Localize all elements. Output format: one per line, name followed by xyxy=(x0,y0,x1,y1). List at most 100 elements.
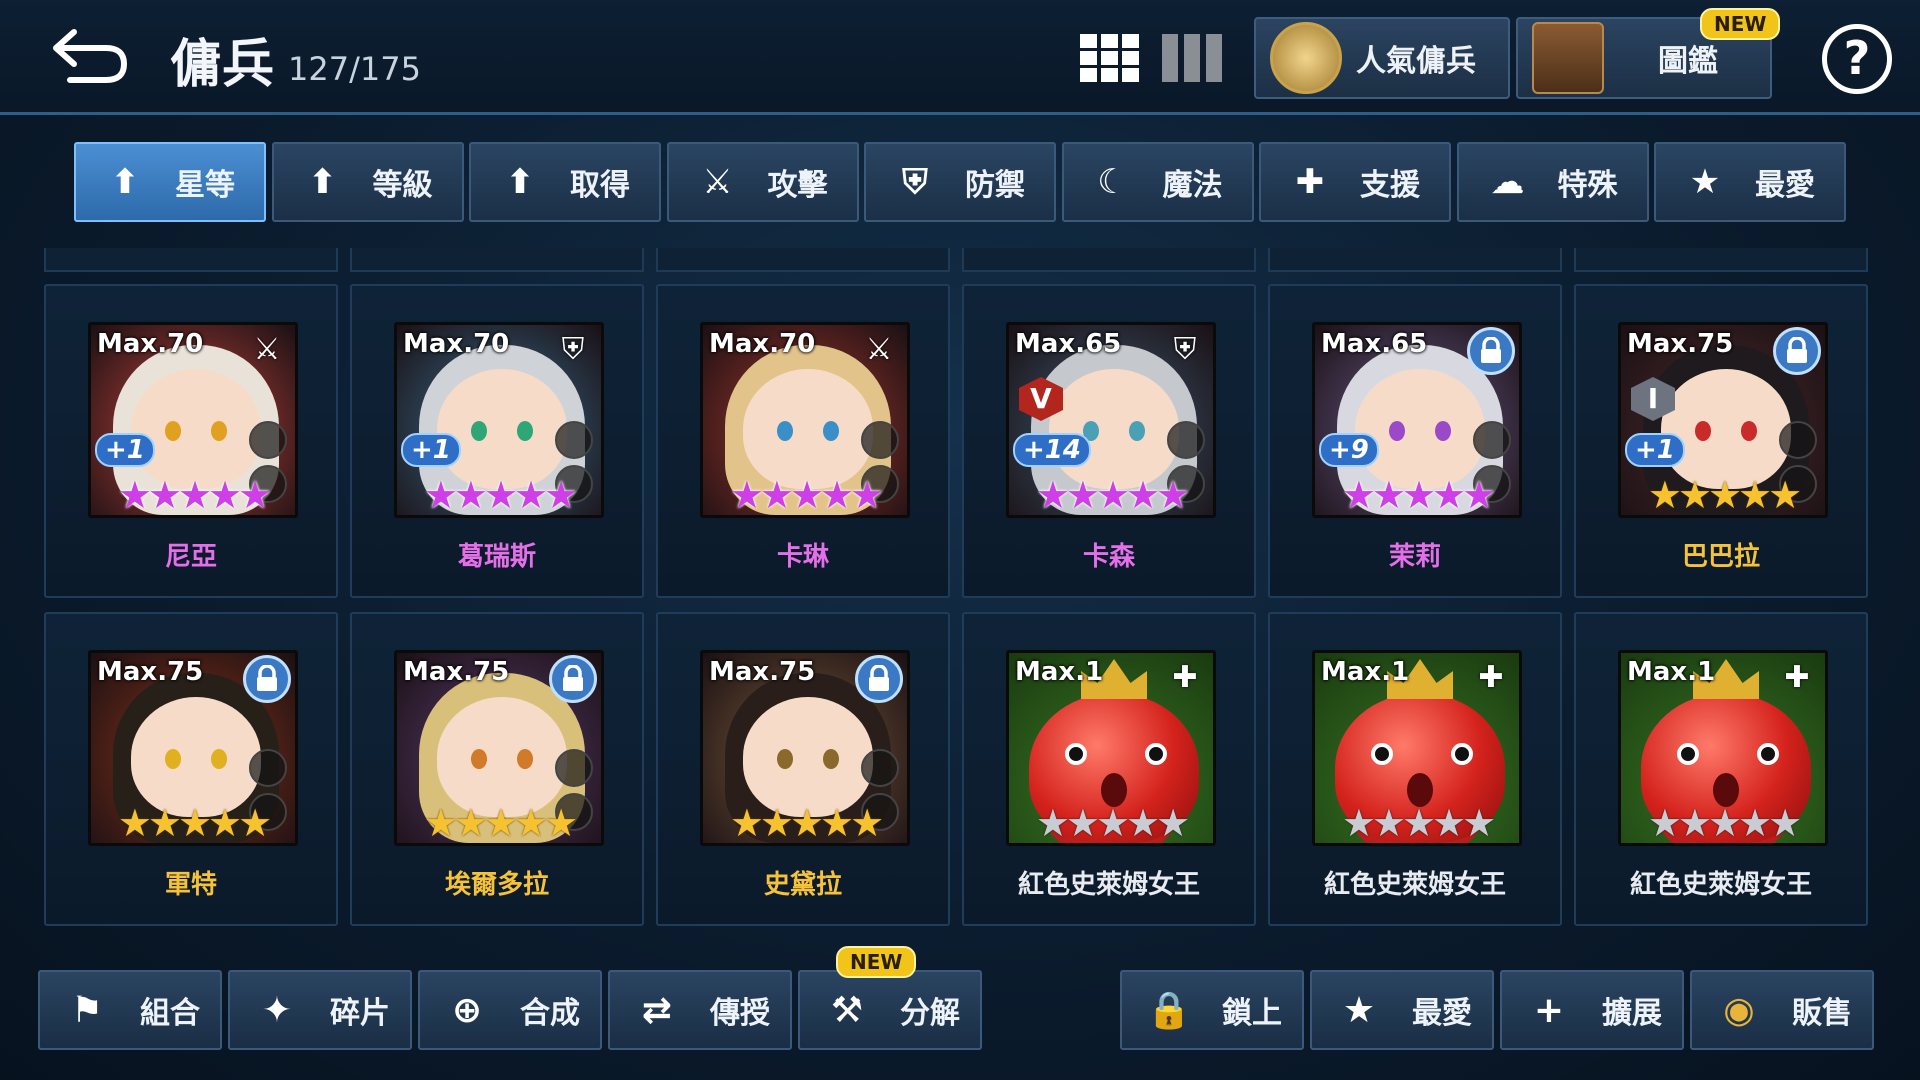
arrow-up-icon: ⬆ xyxy=(505,162,535,202)
new-badge: NEW xyxy=(836,946,917,978)
character-face xyxy=(743,369,873,489)
tab-label: 最愛 xyxy=(1755,168,1815,203)
character-eye xyxy=(1435,421,1451,441)
mercenary-card[interactable]: Max.65 +14 V ⛨ ★★★★★ 卡森 xyxy=(962,284,1256,598)
rune-slot-icon xyxy=(1473,421,1511,459)
mercenary-card[interactable]: Max.75 ★★★★★ 埃爾多拉 xyxy=(350,612,644,926)
max-level-label: Max.75 xyxy=(97,657,204,687)
lock-icon[interactable] xyxy=(549,655,597,703)
lock-icon[interactable] xyxy=(243,655,291,703)
mercenary-card[interactable]: Max.70 +1 ⚔ ★★★★★ 尼亞 xyxy=(44,284,338,598)
transfer-icon: ⇄ xyxy=(641,989,673,1031)
max-level-label: Max.75 xyxy=(403,657,510,687)
hammer-icon: ⚒ xyxy=(830,989,864,1031)
character-face xyxy=(1661,369,1791,489)
max-level-label: Max.1 xyxy=(1321,657,1410,687)
lock-icon[interactable] xyxy=(855,655,903,703)
tab-7[interactable]: ☁ 特殊 xyxy=(1456,142,1649,222)
mercenary-portrait: Max.1 ✚ ★★★★★ xyxy=(1006,650,1216,846)
shield-icon: ⛨ xyxy=(1173,331,1197,367)
bottom-button-1[interactable]: ✦ 碎片 xyxy=(228,970,412,1050)
team-icon: ⚑ xyxy=(70,989,104,1031)
star-icon: ★ xyxy=(1342,989,1376,1031)
character-face xyxy=(131,697,261,817)
enhance-level-badge: +1 xyxy=(1625,433,1685,467)
mercenary-card[interactable]: Max.1 ✚ ★★★★★ 紅色史萊姆女王 xyxy=(1574,612,1868,926)
mercenary-portrait: Max.75 ★★★★★ xyxy=(700,650,910,846)
bottom-button-label: 傳授 xyxy=(710,996,770,1031)
tab-label: 等級 xyxy=(372,168,433,203)
codex-new-badge: NEW xyxy=(1700,8,1781,40)
mercenary-card[interactable]: Max.75 ★★★★★ 軍特 xyxy=(44,612,338,926)
tab-6[interactable]: ✚ 支援 xyxy=(1259,142,1451,222)
mercenary-name: 埃爾多拉 xyxy=(444,870,549,900)
arrow-up-icon: ⬆ xyxy=(110,162,140,202)
tab-label: 取得 xyxy=(570,168,630,203)
bottom-button-5[interactable]: 🔒 鎖上 xyxy=(1120,970,1304,1050)
mercenary-count: 127/175 xyxy=(288,50,421,88)
bottom-button-4[interactable]: ⚒ 分解 xyxy=(798,970,982,1050)
slime-eye xyxy=(1757,743,1779,765)
top-bar: 傭兵 127/175 人氣傭兵 圖鑑 NEW ? xyxy=(0,0,1920,115)
lion-emblem-icon xyxy=(1270,22,1342,94)
mercenary-card[interactable]: Max.1 ✚ ★★★★★ 紅色史萊姆女王 xyxy=(1268,612,1562,926)
mercenary-portrait: Max.65 +14 V ⛨ ★★★★★ xyxy=(1006,322,1216,518)
mercenary-card[interactable]: Max.70 ⚔ ★★★★★ 卡琳 xyxy=(656,284,950,598)
tab-2[interactable]: ⬆ 取得 xyxy=(469,142,661,222)
max-level-label: Max.65 xyxy=(1321,329,1428,359)
max-level-label: Max.65 xyxy=(1015,329,1122,359)
help-button[interactable]: ? xyxy=(1822,24,1892,94)
mercenary-name: 紅色史萊姆女王 xyxy=(1017,870,1200,900)
mercenary-card[interactable]: Max.65 +9 ★★★★★ 茉莉 xyxy=(1268,284,1562,598)
grid-view-button[interactable] xyxy=(1078,32,1142,84)
combine-icon: ⊕ xyxy=(451,989,483,1031)
column-view-icon xyxy=(1162,34,1222,82)
mercenary-card[interactable]: Max.75 ★★★★★ 史黛拉 xyxy=(656,612,950,926)
character-eye xyxy=(1389,421,1405,441)
bottom-button-7[interactable]: + 擴展 xyxy=(1500,970,1684,1050)
bottom-button-8[interactable]: ◉ 販售 xyxy=(1690,970,1874,1050)
back-arrow-icon xyxy=(53,29,128,83)
tab-5[interactable]: ☾ 魔法 xyxy=(1061,142,1254,222)
lock-icon[interactable] xyxy=(1773,327,1821,375)
tab-4[interactable]: ⛨ 防禦 xyxy=(864,142,1056,222)
mercenary-card[interactable]: Max.1 ✚ ★★★★★ 紅色史萊姆女王 xyxy=(962,612,1256,926)
slime-eye xyxy=(1145,743,1167,765)
lock-icon[interactable] xyxy=(1467,327,1515,375)
bottom-button-3[interactable]: ⇄ 傳授 xyxy=(608,970,792,1050)
popular-mercenary-button[interactable]: 人氣傭兵 xyxy=(1254,17,1510,99)
star-rating: ★★★★★ xyxy=(1341,473,1496,517)
back-button[interactable] xyxy=(44,22,134,92)
character-eye xyxy=(165,421,181,441)
star-rating: ★★★★★ xyxy=(423,801,578,845)
previous-row-card-edge xyxy=(1574,248,1868,272)
tab-1[interactable]: ⬆ 等級 xyxy=(271,142,464,222)
previous-row-card-edge xyxy=(350,248,644,272)
character-eye xyxy=(823,421,839,441)
column-view-button[interactable] xyxy=(1160,32,1224,84)
tab-3[interactable]: ⚔ 攻擊 xyxy=(666,142,859,222)
bottom-button-2[interactable]: ⊕ 合成 xyxy=(418,970,602,1050)
mercenary-card[interactable]: Max.70 +1 ⛨ ★★★★★ 葛瑞斯 xyxy=(350,284,644,598)
mercenary-portrait: Max.70 +1 ⛨ ★★★★★ xyxy=(394,322,604,518)
bottom-button-0[interactable]: ⚑ 組合 xyxy=(38,970,222,1050)
bottom-button-6[interactable]: ★ 最愛 xyxy=(1310,970,1494,1050)
tab-label: 攻擊 xyxy=(767,168,828,203)
character-face xyxy=(1049,369,1179,489)
max-level-label: Max.1 xyxy=(1015,657,1104,687)
mercenary-name: 巴巴拉 xyxy=(1681,542,1760,572)
tab-8[interactable]: ★ 最愛 xyxy=(1654,142,1846,222)
tab-label: 支援 xyxy=(1360,168,1420,203)
bottom-button-label: 擴展 xyxy=(1602,996,1662,1031)
rune-slot-icon xyxy=(555,421,593,459)
character-face xyxy=(1355,369,1485,489)
max-level-label: Max.70 xyxy=(709,329,816,359)
star-rating: ★★★★★ xyxy=(729,473,884,517)
sort-filter-tabs: ⬆ 星等 ⬆ 等級 ⬆ 取得 ⚔ 攻擊 ⛨ 防禦 ☾ 魔法 ✚ 支援 ☁ 特殊 ★ 最愛 xyxy=(74,142,1854,222)
tab-0[interactable]: ⬆ 星等 xyxy=(74,142,266,222)
mercenary-card[interactable]: Max.75 +1 I ★★★★★ 巴巴拉 xyxy=(1574,284,1868,598)
max-level-label: Max.75 xyxy=(709,657,816,687)
character-face xyxy=(131,369,261,489)
shield-icon: ⛨ xyxy=(561,331,585,367)
bottom-button-label: 組合 xyxy=(140,996,200,1031)
